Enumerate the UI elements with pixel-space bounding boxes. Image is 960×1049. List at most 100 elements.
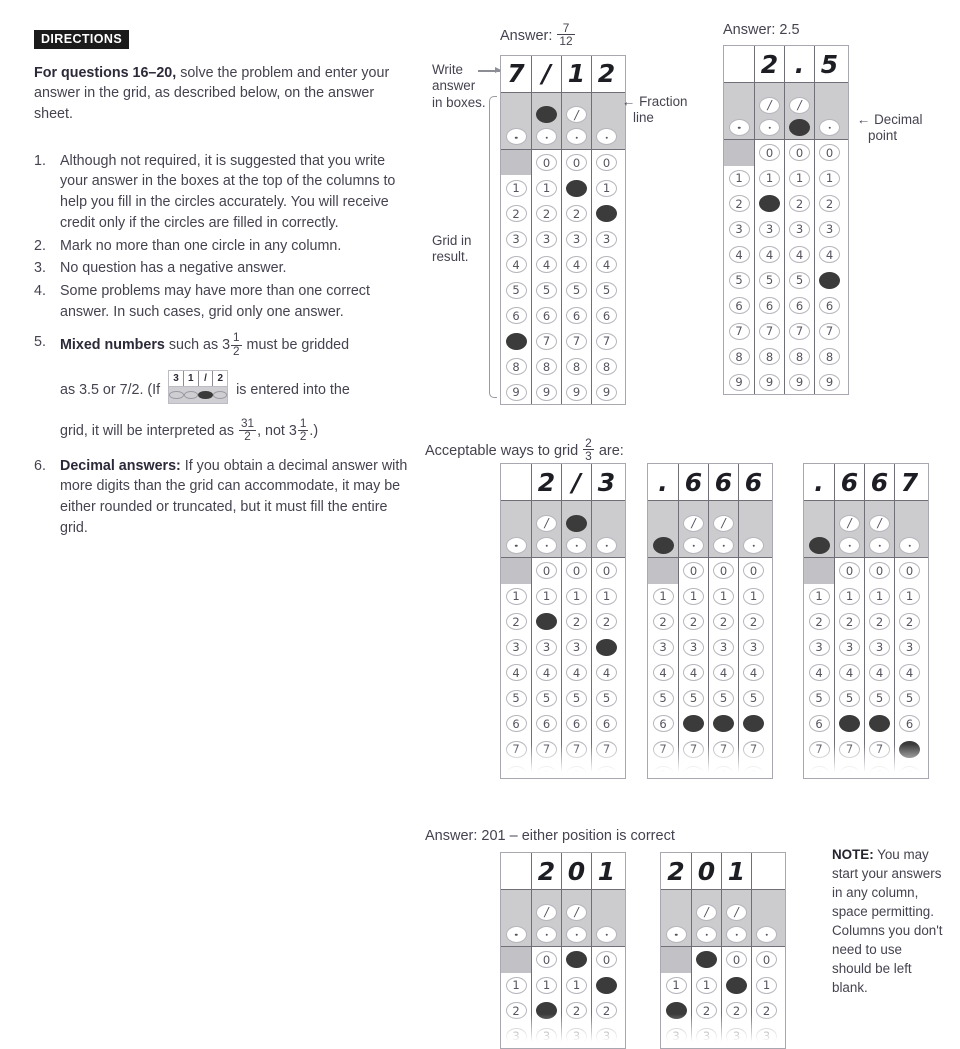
- digit-cell-c3-1[interactable]: 1: [561, 972, 591, 998]
- digit-cell-c3-0[interactable]: 0: [561, 149, 591, 176]
- write-in-box-2[interactable]: /: [531, 55, 561, 92]
- digit-cell-c2-1[interactable]: 1: [834, 583, 864, 609]
- decimal-point-bubble[interactable]: [536, 128, 557, 146]
- decimal-point-bubble[interactable]: [819, 118, 840, 136]
- digit-cell-c2-4[interactable]: 4: [531, 251, 561, 278]
- digit-cell-c3-4[interactable]: 4: [784, 242, 814, 268]
- digit-bubble[interactable]: 8: [808, 766, 830, 778]
- digit-cell-c2-0[interactable]: 0: [691, 947, 721, 973]
- digit-cell-c2-2[interactable]: 2: [531, 998, 561, 1024]
- digit-cell-c4-2[interactable]: 2: [814, 191, 844, 217]
- digit-bubble[interactable]: 4: [566, 664, 587, 682]
- digit-bubble[interactable]: 6: [819, 297, 840, 315]
- digit-cell-c2-0[interactable]: 0: [754, 140, 784, 166]
- digit-cell-c3-1[interactable]: 1: [561, 583, 591, 609]
- digit-cell-c1-6[interactable]: 6: [724, 293, 754, 319]
- digit-cell-c2-2[interactable]: 2: [678, 609, 708, 635]
- digit-bubble[interactable]: 9: [566, 383, 587, 401]
- digit-cell-c4-4[interactable]: 4: [591, 251, 621, 278]
- digit-bubble[interactable]: 1: [596, 179, 617, 197]
- digit-cell-c2-3[interactable]: 3: [531, 1023, 561, 1048]
- digit-cell-c4-9[interactable]: 9: [814, 369, 844, 394]
- digit-cell-c3-1[interactable]: 1: [561, 175, 591, 201]
- digit-bubble[interactable]: 3: [505, 1027, 527, 1045]
- digit-cell-c1-2[interactable]: 2: [501, 200, 531, 227]
- digit-bubble[interactable]: 3: [536, 638, 557, 656]
- digit-cell-c1-7[interactable]: 7: [724, 318, 754, 344]
- digit-bubble[interactable]: 0: [536, 951, 557, 969]
- digit-bubble[interactable]: 2: [728, 195, 750, 213]
- digit-row-2[interactable]: 2222: [804, 609, 928, 635]
- digit-cell-c4-7[interactable]: 7: [814, 318, 844, 344]
- digit-bubble[interactable]: 7: [743, 740, 764, 758]
- digit-cell-c2-0[interactable]: 0: [531, 947, 561, 973]
- digit-bubble[interactable]: 3: [743, 638, 764, 656]
- decimal-point-bubble[interactable]: [536, 536, 557, 554]
- digit-bubble[interactable]: 3: [505, 230, 527, 248]
- digit-row-0[interactable]: 000: [724, 140, 848, 166]
- digit-cell-c2-5[interactable]: 5: [531, 277, 561, 303]
- digit-bubble[interactable]: 0: [713, 562, 734, 580]
- digit-bubble[interactable]: 8: [652, 766, 674, 778]
- symbol-column-2[interactable]: /: [754, 83, 784, 139]
- digit-cell-c3-7[interactable]: 7: [784, 318, 814, 344]
- digit-bubble[interactable]: 5: [536, 281, 557, 299]
- write-in-box-3[interactable]: 1: [561, 55, 591, 92]
- digit-bubble[interactable]: 7: [713, 740, 734, 758]
- digit-cell-c1-9[interactable]: 9: [724, 369, 754, 394]
- symbol-column-4[interactable]: /: [751, 890, 781, 946]
- digit-bubble[interactable]: 5: [728, 271, 750, 289]
- digit-cell-c2-2[interactable]: 2: [691, 998, 721, 1024]
- digit-bubble-filled[interactable]: 2: [759, 195, 780, 213]
- digit-bubble[interactable]: 1: [505, 976, 527, 994]
- digit-bubble[interactable]: 0: [596, 154, 617, 172]
- digit-bubble[interactable]: 0: [566, 154, 587, 172]
- digit-bubble[interactable]: 5: [596, 689, 617, 707]
- fraction-bar-bubble-filled[interactable]: /: [536, 106, 557, 124]
- digit-cell-c1-8[interactable]: 8: [724, 344, 754, 370]
- digit-row-3[interactable]: 3333: [661, 1023, 785, 1048]
- digit-bubble[interactable]: 5: [743, 689, 764, 707]
- digit-cell-c1-6[interactable]: 6: [648, 711, 678, 737]
- digit-bubble[interactable]: 8: [566, 766, 587, 778]
- digit-bubble[interactable]: 2: [505, 205, 527, 223]
- digit-bubble[interactable]: 1: [536, 587, 557, 605]
- digit-bubble[interactable]: 0: [839, 562, 860, 580]
- symbol-column-4[interactable]: /: [591, 501, 621, 557]
- digit-row-4[interactable]: 4444: [501, 660, 625, 686]
- symbol-column-1[interactable]: /: [501, 501, 531, 557]
- digit-bubble-area[interactable]: 000111122223333444455556666777788889999: [501, 149, 625, 404]
- digit-bubble[interactable]: 2: [696, 1002, 717, 1020]
- digit-bubble[interactable]: 2: [536, 205, 557, 223]
- digit-cell-c3-7[interactable]: 7: [864, 736, 894, 762]
- write-in-row[interactable]: 201: [501, 853, 625, 889]
- decimal-point-bubble[interactable]: [713, 536, 734, 554]
- digit-row-1[interactable]: 1111: [724, 165, 848, 191]
- digit-bubble[interactable]: 5: [536, 689, 557, 707]
- digit-cell-c2-2[interactable]: 2: [531, 609, 561, 635]
- digit-bubble[interactable]: 1: [665, 976, 687, 994]
- symbol-column-1[interactable]: /: [724, 83, 754, 139]
- write-in-box-1[interactable]: .: [648, 464, 678, 500]
- digit-bubble[interactable]: 1: [683, 587, 704, 605]
- digit-cell-c4-7[interactable]: 7: [894, 736, 924, 762]
- digit-cell-c4-2[interactable]: 2: [738, 609, 768, 635]
- digit-row-1[interactable]: 1111: [501, 972, 625, 998]
- grid-box[interactable]: 2.5////000111122223333444455556666777788…: [723, 45, 849, 395]
- digit-cell-c3-6[interactable]: 6: [784, 293, 814, 319]
- digit-row-7[interactable]: 7777: [724, 318, 848, 344]
- digit-row-8[interactable]: 8888: [804, 762, 928, 778]
- digit-bubble[interactable]: 3: [566, 1027, 587, 1045]
- symbol-column-2[interactable]: /: [834, 501, 864, 557]
- digit-cell-c1-7[interactable]: 7: [501, 328, 531, 354]
- digit-cell-c3-8[interactable]: 8: [561, 762, 591, 778]
- digit-cell-c1-6[interactable]: 6: [501, 302, 531, 329]
- decimal-point-bubble[interactable]: [756, 925, 777, 943]
- digit-row-8[interactable]: 8888: [724, 344, 848, 370]
- digit-cell-c4-2[interactable]: 2: [591, 609, 621, 635]
- digit-bubble-area[interactable]: 000111122223333444455556666777788889999: [501, 947, 625, 1048]
- digit-bubble[interactable]: 7: [652, 740, 674, 758]
- digit-cell-c1-2[interactable]: 2: [501, 609, 531, 635]
- digit-cell-c4-3[interactable]: 3: [738, 634, 768, 660]
- digit-cell-c2-3[interactable]: 3: [531, 226, 561, 252]
